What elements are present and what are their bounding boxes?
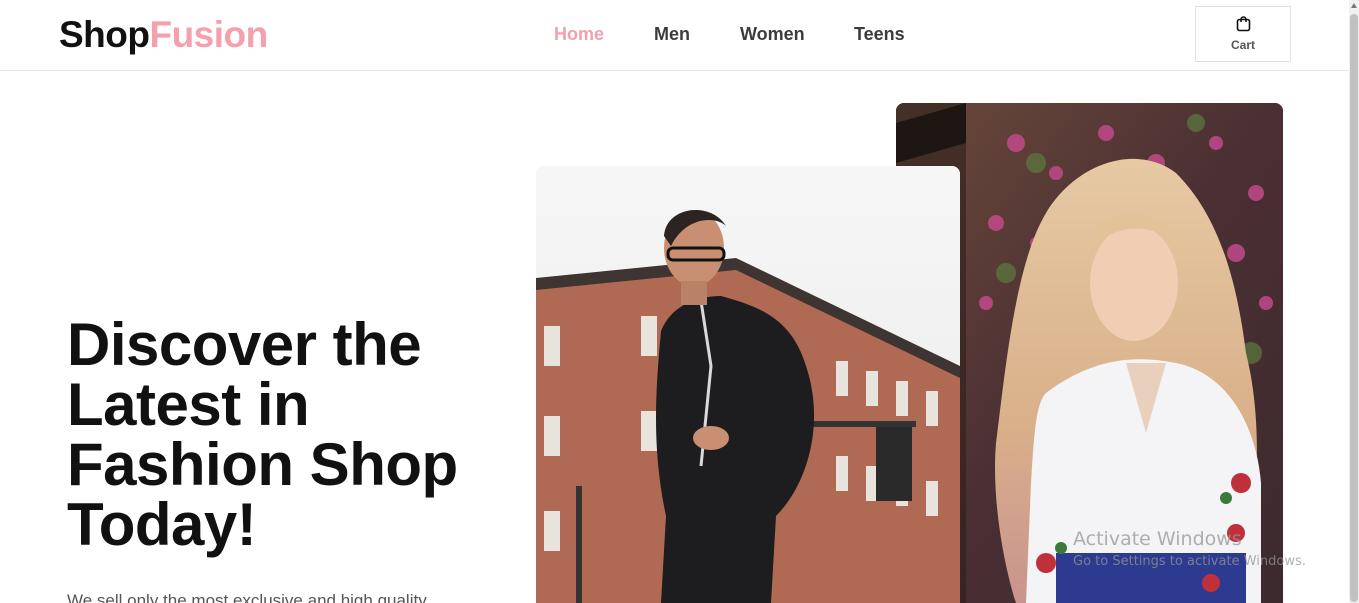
cart-label: Cart [1230,38,1255,52]
scrollbar-thumb[interactable] [1350,14,1358,602]
shopping-bag-icon [1236,16,1251,32]
nav-item-men[interactable]: Men [654,21,690,47]
watermark-title: Activate Windows [1073,528,1242,550]
men-fashion-photo [536,166,960,603]
site-header: ShopFusion Home Men Women Teens Cart [0,0,1349,71]
watermark-subtitle: Go to Settings to activate Windows. [1073,554,1306,569]
nav-item-women[interactable]: Women [740,21,805,47]
page-scrollbar[interactable] [1349,0,1359,603]
hero-title: Discover the Latest in Fashion Shop Toda… [67,311,458,558]
cart-button[interactable]: Cart [1195,6,1291,62]
windows-activation-watermark: Activate Windows Go to Settings to activ… [1073,528,1306,572]
main-nav: Home Men Women Teens [0,21,1349,47]
scroll-up-icon[interactable] [1351,3,1357,8]
nav-item-teens[interactable]: Teens [854,21,905,47]
nav-item-home[interactable]: Home [554,21,604,47]
hero-subtitle: We sell only the most exclusive and high… [67,591,427,603]
